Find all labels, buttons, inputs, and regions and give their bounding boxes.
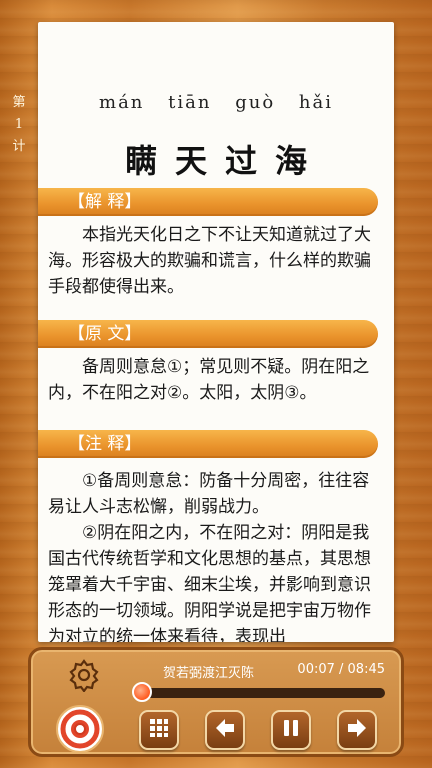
- progress-handle[interactable]: [132, 682, 153, 702]
- side-label-char: 计: [12, 139, 26, 154]
- section-heading-original: 【原 文】: [38, 320, 378, 348]
- side-label-number: 1: [14, 117, 24, 132]
- menu-button[interactable]: [139, 710, 179, 750]
- progress-bar[interactable]: [133, 688, 385, 698]
- side-label-char: 第: [12, 95, 26, 110]
- previous-button[interactable]: [205, 710, 245, 750]
- section-body-original: 备周则意怠①；常见则不疑。阴在阳之内，不在阳之对②。太阳，太阴③。: [48, 354, 386, 406]
- track-name: 贺若弼渡江灭陈: [163, 666, 255, 681]
- pinyin-syllable: tiān: [168, 92, 212, 113]
- grid-icon: [149, 718, 169, 742]
- playback-time: 00:07 / 08:45: [297, 662, 385, 677]
- title-pinyin: mán tiān guò hǎi: [38, 92, 394, 113]
- section-body-explanation: 本指光天化日之下不让天知道就过了大海。形容极大的欺骗和谎言，什么样的欺骗手段都使…: [48, 222, 386, 300]
- pinyin-syllable: hǎi: [298, 92, 333, 113]
- pause-icon: [281, 718, 301, 742]
- gear-icon[interactable]: [67, 658, 101, 693]
- chapter-side-label: 第 1 计: [10, 92, 28, 158]
- pinyin-syllable: guò: [235, 92, 276, 113]
- paragraph: ②阴在阳之内，不在阳之对：阴阳是我国古代传统哲学和文化思想的基点，其思想笼罩着大…: [48, 523, 371, 642]
- section-heading-notes: 【注 释】: [38, 430, 378, 458]
- audio-player: 贺若弼渡江灭陈 00:07 / 08:45: [28, 647, 404, 757]
- section-body-notes: ①备周则意怠：防备十分周密，往往容易让人斗志松懈，削弱战力。 ②阴在阳之内，不在…: [48, 468, 386, 642]
- next-button[interactable]: [337, 710, 377, 750]
- arrow-left-icon: [214, 717, 236, 743]
- page-title: 瞒天过海: [124, 142, 325, 180]
- disc-icon[interactable]: [55, 704, 105, 754]
- paragraph: 本指光天化日之下不让天知道就过了大海。形容极大的欺骗和谎言，什么样的欺骗手段都使…: [48, 225, 371, 297]
- arrow-right-icon: [346, 717, 368, 743]
- content-page[interactable]: mán tiān guò hǎi 瞒天过海 【解 释】 本指光天化日之下不让天知…: [38, 22, 394, 642]
- pause-button[interactable]: [271, 710, 311, 750]
- paragraph: ①备周则意怠：防备十分周密，往往容易让人斗志松懈，削弱战力。: [48, 471, 370, 517]
- paragraph: 备周则意怠①；常见则不疑。阴在阳之内，不在阳之对②。太阳，太阴③。: [48, 357, 370, 403]
- pinyin-syllable: mán: [99, 92, 145, 113]
- section-heading-explanation: 【解 释】: [38, 188, 378, 216]
